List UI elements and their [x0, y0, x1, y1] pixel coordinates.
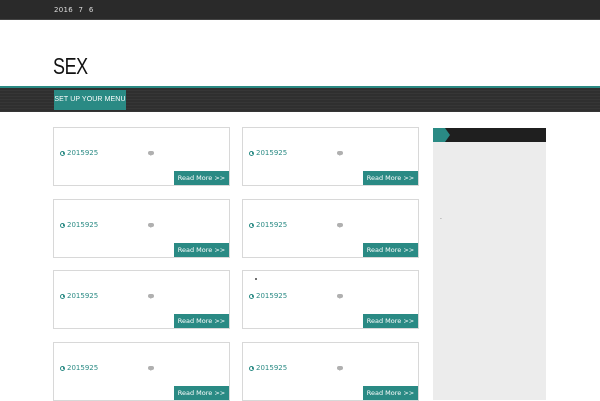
post-card: 2015925 Read More >>	[242, 199, 419, 258]
post-date: 2015925	[249, 364, 287, 372]
read-more-button[interactable]: Read More >>	[363, 314, 418, 328]
post-date-text: 2015925	[67, 364, 99, 372]
post-date: 2015925	[249, 221, 287, 229]
post-date: 2015925	[60, 364, 98, 372]
sidebar-widget-header	[433, 128, 546, 142]
read-more-button[interactable]: Read More >>	[174, 314, 229, 328]
post-date-text: 2015925	[67, 221, 99, 229]
post-card: 2015925 Read More >>	[53, 199, 230, 258]
post-date-text: 2015925	[256, 221, 288, 229]
post-date: 2015925	[249, 149, 287, 157]
post-date-text: 2015925	[256, 149, 288, 157]
post-date-text: 2015925	[67, 292, 99, 300]
post-date: 2015925	[60, 292, 98, 300]
post-card: 2015925 Read More >>	[53, 270, 230, 329]
site-title[interactable]: SEX	[53, 53, 88, 80]
post-card: 2015925 Read More >>	[53, 342, 230, 401]
comment-icon[interactable]	[148, 151, 154, 156]
clock-icon	[249, 150, 254, 156]
comment-icon[interactable]	[148, 366, 154, 371]
read-more-button[interactable]: Read More >>	[174, 171, 229, 185]
post-card: 2015925 Read More >>	[242, 270, 419, 329]
comment-icon[interactable]	[148, 223, 154, 228]
comment-icon[interactable]	[337, 223, 343, 228]
read-more-button[interactable]: Read More >>	[174, 386, 229, 400]
clock-icon	[60, 293, 65, 299]
post-card: 2015925 Read More >>	[53, 127, 230, 186]
top-bar: 2016 7 6	[0, 0, 600, 20]
post-card: 2015925 Read More >>	[242, 342, 419, 401]
read-more-button[interactable]: Read More >>	[363, 243, 418, 257]
post-date: 2015925	[249, 292, 287, 300]
sidebar-header-tab	[433, 128, 450, 142]
post-date-text: 2015925	[256, 292, 288, 300]
nav-item-setup-menu[interactable]: SET UP YOUR MENU	[54, 90, 126, 110]
clock-icon	[60, 150, 65, 156]
comment-icon[interactable]	[337, 294, 343, 299]
clock-icon	[60, 222, 65, 228]
top-bar-date: 2016 7 6	[54, 6, 94, 14]
comment-icon[interactable]	[148, 294, 154, 299]
sidebar-text: .	[440, 214, 442, 221]
clock-icon	[249, 293, 254, 299]
read-more-button[interactable]: Read More >>	[363, 386, 418, 400]
post-date: 2015925	[60, 221, 98, 229]
clock-icon	[249, 365, 254, 371]
main-navigation: SET UP YOUR MENU	[0, 86, 600, 112]
read-more-button[interactable]: Read More >>	[363, 171, 418, 185]
sidebar: .	[433, 128, 546, 400]
post-date-text: 2015925	[256, 364, 288, 372]
post-date: 2015925	[60, 149, 98, 157]
comment-icon[interactable]	[337, 366, 343, 371]
read-more-button[interactable]: Read More >>	[174, 243, 229, 257]
clock-icon	[249, 222, 254, 228]
post-title-mark	[255, 278, 257, 280]
post-card: 2015925 Read More >>	[242, 127, 419, 186]
comment-icon[interactable]	[337, 151, 343, 156]
clock-icon	[60, 365, 65, 371]
post-date-text: 2015925	[67, 149, 99, 157]
